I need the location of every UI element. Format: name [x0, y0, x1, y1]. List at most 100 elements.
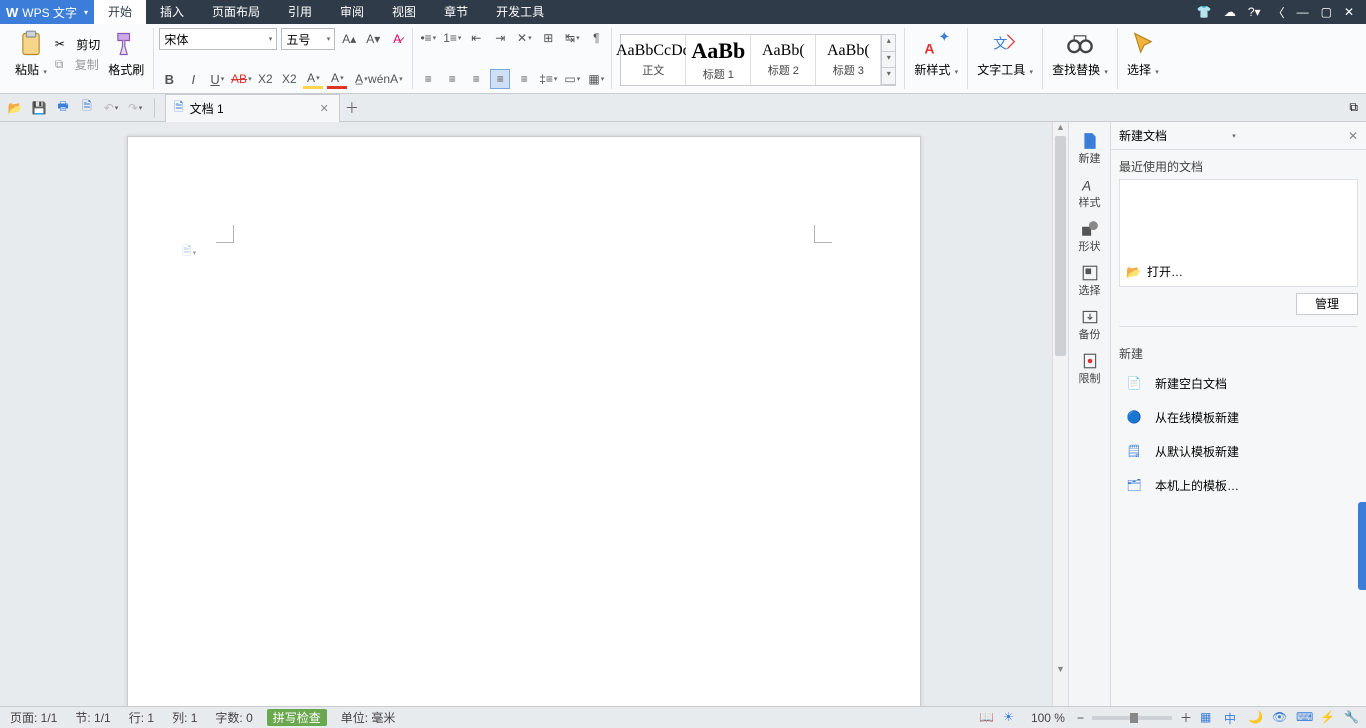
grow-font-button[interactable]: A▴	[339, 29, 359, 49]
zoom-value[interactable]: 100 %	[1027, 711, 1069, 725]
new-default-template[interactable]: 🗒从默认模板新建	[1119, 434, 1358, 468]
new-local-template[interactable]: 🗂本机上的模板…	[1119, 468, 1358, 502]
menu-tab-insert[interactable]: 插入	[146, 0, 198, 24]
font-name-select[interactable]: 宋体▾	[159, 28, 277, 50]
decrease-indent-button[interactable]: ⇤	[466, 28, 486, 48]
show-marks-button[interactable]: ¶	[586, 28, 606, 48]
status-page[interactable]: 页面: 1/1	[6, 709, 61, 726]
zoom-in-button[interactable]: ＋	[1180, 709, 1192, 726]
new-style-button[interactable]: A✦ 新样式 ▾	[910, 28, 962, 80]
zoom-out-button[interactable]: −	[1077, 711, 1084, 725]
view-print-layout-icon[interactable]: ▦	[1200, 710, 1216, 726]
align-justify-button[interactable]: ≡	[490, 69, 510, 89]
find-replace-button[interactable]: 查找替换 ▾	[1048, 28, 1112, 80]
cut-button[interactable]: ✂ 剪切	[55, 36, 100, 53]
highlight-button[interactable]: A▾	[303, 69, 323, 89]
style-item-heading2[interactable]: AaBb(标题 2	[751, 35, 816, 85]
open-file-button[interactable]: 📂 打开…	[1126, 263, 1183, 280]
status-section[interactable]: 节: 1/1	[71, 709, 114, 726]
new-blank-doc[interactable]: 📄新建空白文档	[1119, 366, 1358, 400]
print-preview-button[interactable]: 🗎	[78, 99, 96, 117]
status-spellcheck[interactable]: 拼写检查	[267, 709, 327, 726]
scroll-up-icon[interactable]: ▲	[1053, 122, 1068, 136]
document-tab[interactable]: 🗎 文档 1 ✕	[165, 94, 340, 122]
nav-new[interactable]: 新建	[1071, 128, 1109, 170]
underline-button[interactable]: U▾	[207, 69, 227, 89]
section-icon[interactable]: 🗎▾	[182, 242, 198, 258]
menu-tab-view[interactable]: 视图	[378, 0, 430, 24]
border-button[interactable]: ▦▾	[586, 69, 606, 89]
open-button[interactable]: 📂	[6, 99, 24, 117]
app-menu[interactable]: W WPS 文字 ▾	[0, 0, 94, 24]
save-button[interactable]: 💾	[30, 99, 48, 117]
document-viewport[interactable]: 🗎▾ ▲ ▼	[0, 122, 1068, 706]
borders-button[interactable]: ⊞	[538, 28, 558, 48]
close-tab-icon[interactable]: ✕	[320, 102, 329, 115]
skin-icon[interactable]: 👕	[1197, 5, 1212, 19]
task-window-button[interactable]: ⧉	[1349, 100, 1358, 114]
menu-tab-start[interactable]: 开始	[94, 0, 146, 24]
asian-layout-button[interactable]: ✕▾	[514, 28, 534, 48]
phonetic-button[interactable]: wénA▾	[375, 69, 395, 89]
status-unit[interactable]: 单位: 毫米	[337, 709, 400, 726]
keyboard-icon[interactable]: ⌨	[1296, 710, 1312, 726]
settings-icon[interactable]: 🔧	[1344, 710, 1360, 726]
bold-button[interactable]: B	[159, 69, 179, 89]
clear-format-button[interactable]: A̷	[387, 29, 407, 49]
nav-select[interactable]: 选择	[1071, 260, 1109, 302]
select-button[interactable]: 选择 ▾	[1123, 28, 1163, 80]
style-item-normal[interactable]: AaBbCcDd正文	[621, 35, 686, 85]
style-item-heading1[interactable]: AaBb标题 1	[686, 35, 751, 85]
menu-tab-devtools[interactable]: 开发工具	[482, 0, 558, 24]
strikethrough-button[interactable]: AB▾	[231, 69, 251, 89]
menu-tab-review[interactable]: 审阅	[326, 0, 378, 24]
format-painter-button[interactable]: 格式刷	[104, 28, 148, 80]
manage-button[interactable]: 管理	[1296, 293, 1358, 315]
menu-tab-pagelayout[interactable]: 页面布局	[198, 0, 274, 24]
shading-button[interactable]: ▭▾	[562, 69, 582, 89]
view-ime-icon[interactable]: 中	[1224, 710, 1240, 726]
book-open-icon[interactable]: 📖	[979, 710, 995, 726]
align-center-button[interactable]: ≡	[442, 69, 462, 89]
page[interactable]: 🗎▾	[127, 136, 921, 706]
scroll-down-icon[interactable]: ▼	[1053, 664, 1068, 678]
status-words[interactable]: 字数: 0	[211, 709, 256, 726]
print-button[interactable]: 🖶	[54, 99, 72, 117]
redo-button[interactable]: ↷▾	[126, 99, 144, 117]
chevron-down-icon[interactable]: ▾	[1232, 132, 1236, 140]
copy-button[interactable]: ⧉ 复制	[55, 56, 100, 73]
paste-button[interactable]: 粘贴 ▾	[11, 28, 51, 80]
scroll-thumb[interactable]	[1055, 136, 1066, 356]
align-left-button[interactable]: ≡	[418, 69, 438, 89]
night-mode-icon[interactable]: 🌙	[1248, 710, 1264, 726]
increase-indent-button[interactable]: ⇥	[490, 28, 510, 48]
style-item-heading3[interactable]: AaBb(标题 3	[816, 35, 881, 85]
nav-restrict[interactable]: 限制	[1071, 348, 1109, 390]
undo-button[interactable]: ↶▾	[102, 99, 120, 117]
new-online-template[interactable]: 🔵从在线模板新建	[1119, 400, 1358, 434]
eye-care-icon[interactable]: 👁	[1272, 710, 1288, 726]
nav-shape[interactable]: 形状	[1071, 216, 1109, 258]
power-icon[interactable]: ⚡	[1320, 710, 1336, 726]
font-size-select[interactable]: 五号▾	[281, 28, 335, 50]
collapse-pane-handle[interactable]	[1358, 502, 1366, 590]
vertical-scrollbar[interactable]: ▲ ▼	[1052, 122, 1068, 706]
nav-style[interactable]: A样式	[1071, 172, 1109, 214]
line-spacing-button[interactable]: ‡≡▾	[538, 69, 558, 89]
superscript-button[interactable]: X2	[255, 69, 275, 89]
nav-backup[interactable]: 备份	[1071, 304, 1109, 346]
style-gallery-expand[interactable]: ▴▾▾	[881, 35, 895, 85]
align-distributed-button[interactable]: ≡	[514, 69, 534, 89]
close-icon[interactable]: ✕	[1344, 5, 1354, 19]
bullets-button[interactable]: •≡▾	[418, 28, 438, 48]
menu-tab-reference[interactable]: 引用	[274, 0, 326, 24]
text-tool-button[interactable]: 文 文字工具 ▾	[973, 28, 1037, 80]
subscript-button[interactable]: X2	[279, 69, 299, 89]
minimize-icon[interactable]: —	[1297, 5, 1309, 19]
cloud-icon[interactable]: ☁	[1224, 5, 1236, 19]
maximize-icon[interactable]: ▢	[1321, 5, 1332, 19]
font-color-button[interactable]: A▾	[327, 69, 347, 89]
numbering-button[interactable]: 1≡▾	[442, 28, 462, 48]
add-tab-button[interactable]: ＋	[340, 98, 364, 118]
align-right-button[interactable]: ≡	[466, 69, 486, 89]
